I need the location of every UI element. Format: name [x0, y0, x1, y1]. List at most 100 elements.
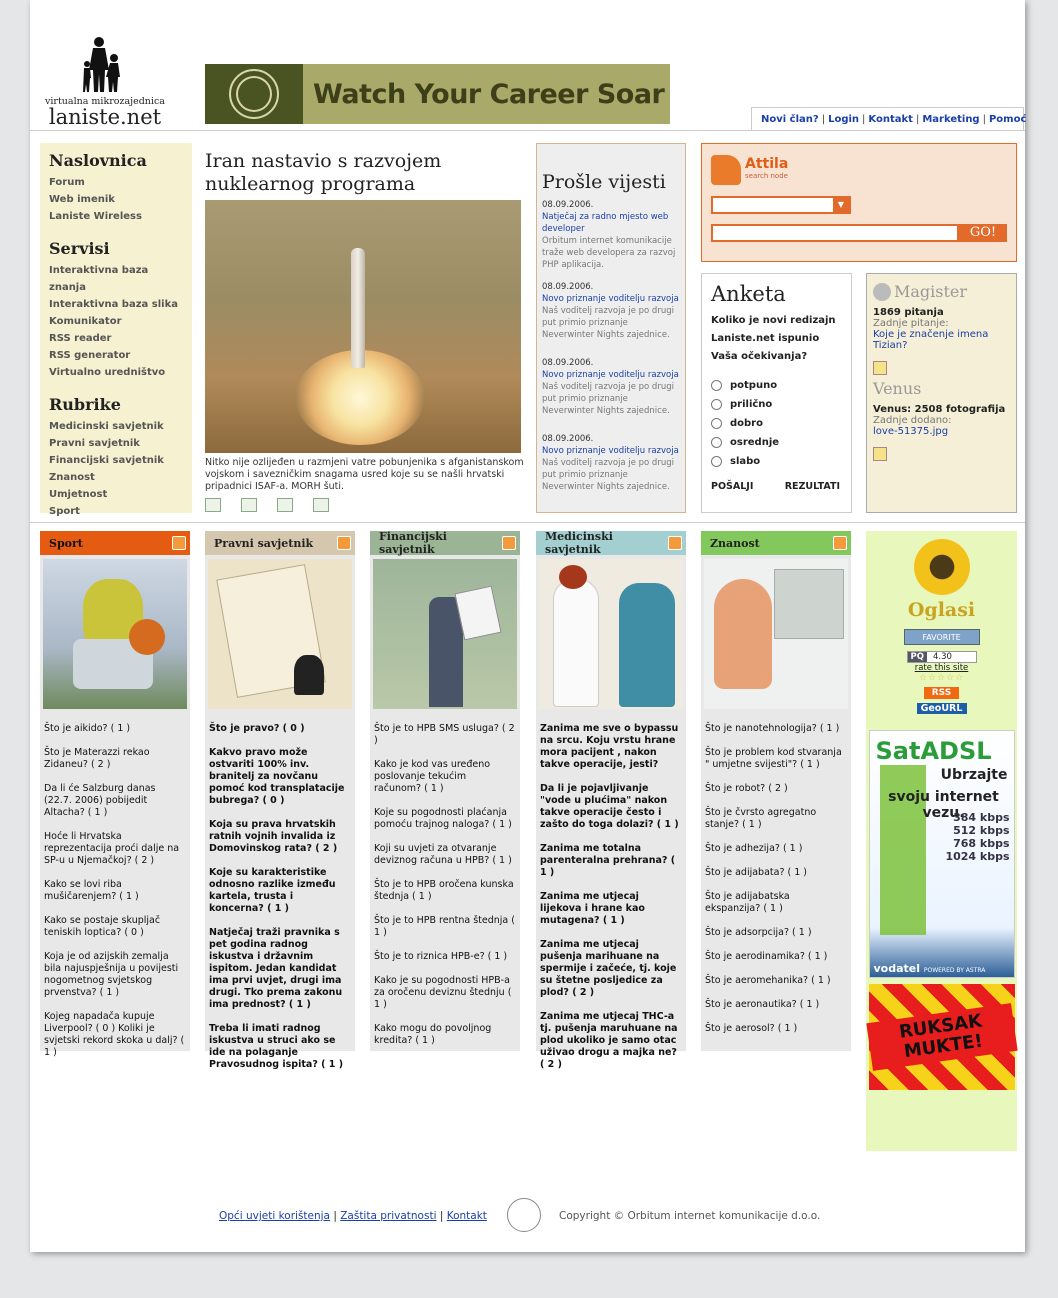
- list-item[interactable]: Što je adijabatska ekspanzija? ( 1 ): [705, 891, 847, 915]
- list-item[interactable]: Kako je kod vas uređeno poslovanje tekuć…: [374, 759, 516, 795]
- nav-help[interactable]: Pomoć: [989, 114, 1026, 125]
- radio-button[interactable]: [711, 437, 722, 448]
- list-item[interactable]: Kako je su pogodnosti HPB-a za oročenu d…: [374, 975, 516, 1011]
- column-title[interactable]: Sport: [49, 537, 83, 550]
- sidebar-item-web-imenik[interactable]: Web imenik: [49, 191, 183, 208]
- print-icon[interactable]: [241, 498, 257, 512]
- magister-last-question[interactable]: Koje je značenje imena Tizian?: [873, 329, 988, 351]
- radio-button[interactable]: [711, 456, 722, 467]
- nav-login[interactable]: Login: [828, 114, 859, 125]
- list-item[interactable]: Što je adijabata? ( 1 ): [705, 867, 847, 879]
- list-item[interactable]: Kako mogu do povoljnog kredita? ( 1 ): [374, 1023, 516, 1047]
- sidebar-item-urednistvo[interactable]: Virtualno uredništvo: [49, 364, 183, 381]
- list-item[interactable]: Što je to riznica HPB-e? ( 1 ): [374, 951, 516, 963]
- ruksak-ad[interactable]: RUKSAK MUKTE!: [865, 984, 1018, 1090]
- open-icon[interactable]: [205, 498, 221, 512]
- poll-option[interactable]: dobro: [711, 414, 842, 433]
- edit-icon[interactable]: [873, 361, 887, 375]
- sidebar-item-sport[interactable]: Sport: [49, 503, 183, 520]
- poll-submit-button[interactable]: POŠALJI: [711, 481, 753, 492]
- list-item[interactable]: Zanima me utjecaj THC-a tj. pušenja maru…: [540, 1011, 682, 1071]
- comment-icon[interactable]: [313, 498, 329, 512]
- sidebar-item-laniste-wireless[interactable]: Laniste Wireless: [49, 208, 183, 225]
- sidebar-heading-naslovnica[interactable]: Naslovnica: [49, 151, 183, 170]
- sidebar-item-financijski[interactable]: Financijski savjetnik: [49, 452, 183, 469]
- poll-option[interactable]: slabo: [711, 452, 842, 471]
- list-item[interactable]: Što je to HPB rentna štednja ( 1 ): [374, 915, 516, 939]
- list-item[interactable]: Koja je od azijskih zemalja bila najuspj…: [44, 951, 186, 999]
- rate-site-link[interactable]: rate this site: [866, 663, 1017, 673]
- list-item[interactable]: Koje su pogodnosti plaćanja pomoću trajn…: [374, 807, 516, 831]
- list-item[interactable]: Što je nanotehnologija? ( 1 ): [705, 723, 847, 735]
- list-item[interactable]: Zanima me sve o bypassu na srcu. Koju vr…: [540, 723, 682, 771]
- news-link[interactable]: Natječaj za radno mjesto web developer: [542, 211, 680, 235]
- rss-icon[interactable]: [502, 536, 516, 550]
- news-link[interactable]: Novo priznanje voditelju razvoja: [542, 369, 680, 381]
- list-item[interactable]: Zanima me utjecaj lijekova i hrane kao m…: [540, 891, 682, 927]
- sidebar-item-pravni[interactable]: Pravni savjetnik: [49, 435, 183, 452]
- radio-button[interactable]: [711, 380, 722, 391]
- sidebar-item-baza-znanja[interactable]: Interaktivna baza znanja: [49, 262, 183, 296]
- radio-button[interactable]: [711, 418, 722, 429]
- send-icon[interactable]: [277, 498, 293, 512]
- poll-option[interactable]: prilično: [711, 395, 842, 414]
- footer-terms-link[interactable]: Opći uvjeti korištenja: [219, 1210, 330, 1222]
- list-item[interactable]: Što je aerodinamika? ( 1 ): [705, 951, 847, 963]
- favorite-button[interactable]: FAVORITE: [903, 629, 980, 645]
- list-item[interactable]: Natječaj traži pravnika s pet godina rad…: [209, 927, 351, 1011]
- list-item[interactable]: Kojeg napadača kupuje Liverpool? ( 0 ) K…: [44, 1011, 186, 1059]
- nav-contact[interactable]: Kontakt: [868, 114, 913, 125]
- list-item[interactable]: Treba li imati radnog iskustva u struci …: [209, 1023, 351, 1071]
- list-item[interactable]: Što je pravo? ( 0 ): [209, 723, 351, 735]
- column-title[interactable]: Pravni savjetnik: [214, 537, 313, 550]
- sidebar-item-rss-generator[interactable]: RSS generator: [49, 347, 183, 364]
- search-input[interactable]: [711, 224, 959, 242]
- list-item[interactable]: Što je Materazzi rekao Zidaneu? ( 2 ): [44, 747, 186, 771]
- column-title[interactable]: Financijski savjetnik: [379, 530, 502, 556]
- search-category-select[interactable]: ▼: [711, 196, 851, 214]
- sidebar-item-znanost[interactable]: Znanost: [49, 469, 183, 486]
- list-item[interactable]: Što je aikido? ( 1 ): [44, 723, 186, 735]
- list-item[interactable]: Što je adhezija? ( 1 ): [705, 843, 847, 855]
- rss-icon[interactable]: [833, 536, 847, 550]
- venus-last-photo[interactable]: love-51375.jpg: [873, 426, 948, 437]
- list-item[interactable]: Što je robot? ( 2 ): [705, 783, 847, 795]
- list-item[interactable]: Što je adsorpcija? ( 1 ): [705, 927, 847, 939]
- list-item[interactable]: Kako se lovi riba mušičarenjem? ( 1 ): [44, 879, 186, 903]
- rss-icon[interactable]: [172, 536, 186, 550]
- poll-option[interactable]: osrednje: [711, 433, 842, 452]
- list-item[interactable]: Što je to HPB oročena kunska štednja ( 1…: [374, 879, 516, 903]
- poll-option[interactable]: potpuno: [711, 376, 842, 395]
- list-item[interactable]: Koji su uvjeti za otvaranje deviznog rač…: [374, 843, 516, 867]
- rss-icon[interactable]: [668, 536, 682, 550]
- poll-results-button[interactable]: REZULTATI: [785, 481, 840, 492]
- rss-icon[interactable]: [337, 536, 351, 550]
- list-item[interactable]: Što je aeromehanika? ( 1 ): [705, 975, 847, 987]
- sidebar-item-umjetnost[interactable]: Umjetnost: [49, 486, 183, 503]
- list-item[interactable]: Hoće li Hrvatska reprezentacija proći da…: [44, 831, 186, 867]
- list-item[interactable]: Što je aeronautika? ( 1 ): [705, 999, 847, 1011]
- sidebar-item-baza-slika[interactable]: Interaktivna baza slika: [49, 296, 183, 313]
- satadsl-ad[interactable]: SatADSL Ubrzajte svoju internet vezu. 38…: [868, 730, 1015, 978]
- news-link[interactable]: Novo priznanje voditelju razvoja: [542, 445, 680, 457]
- list-item[interactable]: Što je čvrsto agregatno stanje? ( 1 ): [705, 807, 847, 831]
- news-link[interactable]: Novo priznanje voditelju razvoja: [542, 293, 680, 305]
- list-item[interactable]: Što je problem kod stvaranja " umjetne s…: [705, 747, 847, 771]
- story-photo[interactable]: [205, 200, 521, 453]
- sidebar-item-forum[interactable]: Forum: [49, 174, 183, 191]
- pq-rating[interactable]: PQ 4.30: [906, 651, 977, 663]
- list-item[interactable]: Koja su prava hrvatskih ratnih vojnih in…: [209, 819, 351, 855]
- sidebar-item-komunikator[interactable]: Komunikator: [49, 313, 183, 330]
- column-title[interactable]: Znanost: [710, 537, 760, 550]
- story-title[interactable]: Iran nastavio s razvojem nuklearnog prog…: [205, 150, 525, 196]
- geourl-button[interactable]: GeoURL: [916, 703, 967, 714]
- banner-ad[interactable]: Watch Your Career Soar: [205, 64, 670, 124]
- sidebar-item-medicinski[interactable]: Medicinski savjetnik: [49, 418, 183, 435]
- rss-button[interactable]: RSS: [923, 687, 960, 699]
- list-item[interactable]: Kako se postaje skupljač teniskih loptic…: [44, 915, 186, 939]
- site-logo[interactable]: virtualna mikrozajednica laniste.net: [40, 36, 170, 128]
- edit-icon[interactable]: [873, 447, 887, 461]
- column-title[interactable]: Medicinski savjetnik: [545, 530, 668, 556]
- footer-contact-link[interactable]: Kontakt: [447, 1210, 487, 1222]
- list-item[interactable]: Kakvo pravo može ostvariti 100% inv. bra…: [209, 747, 351, 807]
